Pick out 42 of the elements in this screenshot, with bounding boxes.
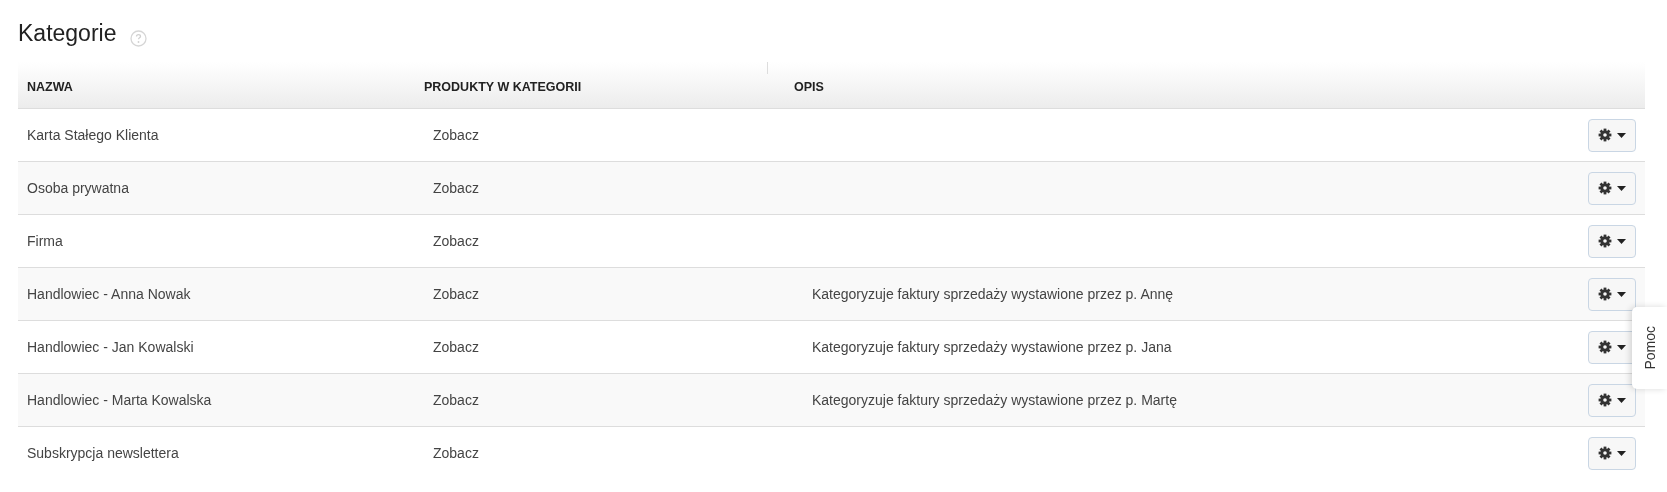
actions-button[interactable] (1588, 171, 1636, 205)
settings-icon (1598, 128, 1612, 142)
caret-icon (1617, 397, 1626, 403)
view-link[interactable]: Zobacz (433, 286, 479, 302)
caret-icon (1617, 291, 1626, 297)
settings-icon (1598, 446, 1612, 460)
table-cell: Handlowiec - Jan Kowalski (27, 339, 194, 355)
settings-icon (1598, 287, 1612, 301)
view-link[interactable]: Zobacz (433, 339, 479, 355)
actions-button[interactable] (1588, 277, 1636, 311)
actions-button[interactable] (1588, 118, 1636, 152)
column-header[interactable]: PRODUKTY W KATEGORII (415, 62, 767, 108)
caret-icon (1617, 344, 1626, 350)
settings-icon (1598, 393, 1612, 407)
caret-icon (1617, 238, 1626, 244)
table-cell: Osoba prywatna (27, 180, 129, 196)
actions-button[interactable] (1588, 436, 1636, 470)
caret-icon (1617, 132, 1626, 138)
table-cell: Karta Stałego Klienta (27, 127, 159, 143)
settings-icon (1598, 181, 1612, 195)
page-title: Kategorie (18, 19, 117, 47)
actions-button[interactable] (1588, 383, 1636, 417)
view-link[interactable]: Zobacz (433, 127, 479, 143)
settings-icon (1598, 234, 1612, 248)
settings-icon (1598, 340, 1612, 354)
view-link[interactable]: Zobacz (433, 233, 479, 249)
actions-button[interactable] (1588, 224, 1636, 258)
caret-icon (1617, 450, 1626, 456)
table-cell: Subskrypcja newslettera (27, 445, 179, 461)
table-cell: Kategoryzuje faktury sprzedaży wystawione przez p. Annę (812, 286, 1174, 302)
view-link[interactable]: Zobacz (433, 392, 479, 408)
column-header[interactable]: NAZWA (18, 62, 415, 108)
table-cell: Kategoryzuje faktury sprzedaży wystawione przez p. Martę (812, 392, 1177, 408)
table-cell: Handlowiec - Marta Kowalska (27, 392, 212, 408)
table-cell: Kategoryzuje faktury sprzedaży wystawione przez p. Jana (812, 339, 1172, 355)
help-tab[interactable]: Pomoc (1632, 307, 1667, 389)
column-header[interactable]: OPIS (767, 62, 1563, 108)
table-cell: Firma (27, 233, 63, 249)
view-link[interactable]: Zobacz (433, 445, 479, 461)
caret-icon (1617, 185, 1626, 191)
view-link[interactable]: Zobacz (433, 180, 479, 196)
table-cell: Handlowiec - Anna Nowak (27, 286, 191, 302)
